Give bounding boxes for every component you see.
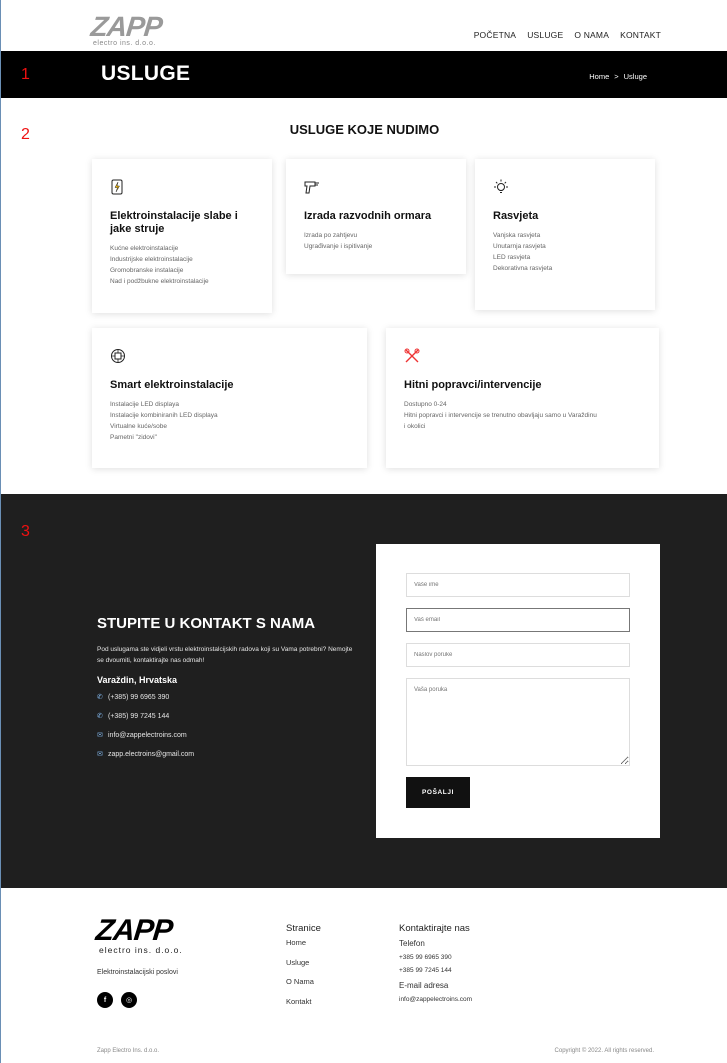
contact-email-2[interactable]: ✉ zapp.electroins@gmail.com: [97, 750, 194, 759]
services-title: USLUGE KOJE NUDIMO: [289, 122, 440, 137]
contact-text: Pod uslugama ste vidjeli vrstu elektroin…: [97, 646, 353, 664]
footer-logo[interactable]: ZAPP electro ins. d.o.o.: [94, 914, 183, 955]
email-address[interactable]: zapp.electroins@gmail.com: [108, 751, 194, 758]
name-input[interactable]: [406, 573, 630, 597]
nav-item-kontakt[interactable]: KONTAKT: [620, 30, 661, 40]
lightbulb-icon: [494, 179, 508, 193]
service-line: Virtualne kuće/sobe: [110, 423, 167, 430]
breadcrumb: Home > Usluge: [589, 72, 647, 81]
service-card-elektroinstalacije: Elektroinstalacije slabe i jake struje K…: [92, 159, 272, 313]
phone-number[interactable]: (+385) 99 7245 144: [108, 713, 169, 720]
footer-email[interactable]: info@zappelectroins.com: [399, 996, 472, 1003]
tools-icon: [404, 348, 420, 363]
nav-item-usluge[interactable]: USLUGE: [527, 30, 563, 40]
footer-pages-title: Stranice: [286, 923, 321, 934]
service-line: Nad i podžbukne elektroinstalacije: [110, 278, 209, 285]
footer-description: Elektroinstalacijski poslovi: [97, 969, 178, 976]
footer-phone-2[interactable]: +385 99 7245 144: [399, 967, 452, 974]
contact-title: STUPITE U KONTAKT S NAMA: [97, 615, 316, 632]
footer-link-home[interactable]: Home: [286, 938, 306, 947]
contact-email-1[interactable]: ✉ info@zappelectroins.com: [97, 731, 187, 740]
service-line: Hitni popravci i intervencije se trenutn…: [404, 412, 597, 419]
smart-chip-icon: [111, 349, 125, 363]
phone-number[interactable]: (+385) 99 6965 390: [108, 694, 169, 701]
service-line: i okolici: [404, 423, 426, 430]
footer-logo-wordmark: ZAPP: [94, 914, 174, 947]
breadcrumb-home[interactable]: Home: [589, 72, 609, 81]
subject-input[interactable]: [406, 643, 630, 667]
drill-icon: [304, 181, 319, 194]
service-card-title: Izrada razvodnih ormara: [304, 210, 432, 222]
nav-item-pocetna[interactable]: POČETNA: [474, 30, 517, 40]
service-line: Instalacije LED displaya: [110, 401, 180, 408]
email-input[interactable]: [406, 608, 630, 632]
main-nav: POČETNA USLUGE O NAMA KONTAKT: [474, 30, 661, 40]
envelope-icon: ✉: [97, 732, 103, 739]
service-card-hitni-popravci: Hitni popravci/intervencije Dostupno 0-2…: [386, 328, 659, 468]
battery-icon: [111, 179, 123, 195]
footer-contact-title: Kontaktirajte nas: [399, 923, 470, 934]
nav-item-o-nama[interactable]: O NAMA: [574, 30, 609, 40]
service-line: Industrijske elektroinstalacije: [110, 256, 193, 263]
send-button[interactable]: POŠALJI: [406, 777, 470, 808]
footer-company-name: Zapp Electro Ins. d.o.o.: [97, 1048, 160, 1054]
section-marker-1: 1: [21, 66, 30, 83]
service-line: Pametni "zidovi": [110, 434, 157, 441]
contact-city: Varaždin, Hrvatska: [97, 675, 178, 685]
section-marker-3: 3: [21, 523, 30, 540]
service-line: Kućne elektroinstalacije: [110, 245, 179, 252]
contact-phone-2[interactable]: ✆ (+385) 99 7245 144: [97, 712, 169, 721]
email-address[interactable]: info@zappelectroins.com: [108, 732, 187, 739]
service-card-rasvjeta: Rasvjeta Vanjska rasvjeta Unutarnja rasv…: [475, 159, 655, 310]
service-card-razvodni-ormari: Izrada razvodnih ormara Izrada po zahtje…: [286, 159, 466, 274]
contact-form: POŠALJI: [376, 544, 660, 838]
service-card-title: Rasvjeta: [493, 210, 539, 222]
footer-link-kontakt[interactable]: Kontakt: [286, 997, 311, 1006]
breadcrumb-separator: >: [614, 72, 619, 81]
logo-wordmark: ZAPP: [89, 11, 164, 42]
page-title: USLUGE: [101, 62, 191, 85]
service-line: Unutarnja rasvjeta: [493, 243, 546, 250]
service-line: Izrada po zahtjevu: [304, 232, 358, 239]
service-line: Dostupno 0-24: [404, 401, 447, 408]
service-line: LED rasvjeta: [493, 254, 531, 261]
contact-phone-1[interactable]: ✆ (+385) 99 6965 390: [97, 693, 169, 702]
footer-phone-label: Telefon: [399, 939, 425, 948]
facebook-icon[interactable]: f: [97, 992, 113, 1008]
message-textarea[interactable]: [406, 678, 630, 766]
service-line: Dekorativna rasvjeta: [493, 265, 553, 272]
breadcrumb-current: Usluge: [623, 72, 647, 81]
phone-icon: ✆: [97, 694, 103, 701]
service-card-title: Hitni popravci/intervencije: [404, 379, 542, 391]
footer-phone-1[interactable]: +385 99 6965 390: [399, 954, 452, 961]
service-card-title: Elektroinstalacije slabe i jake struje: [110, 210, 238, 235]
service-card-smart: Smart elektroinstalacije Instalacije LED…: [92, 328, 367, 468]
phone-icon: ✆: [97, 713, 103, 720]
footer-email-label: E-mail adresa: [399, 981, 449, 990]
envelope-icon: ✉: [97, 751, 103, 758]
service-line: Vanjska rasvjeta: [493, 232, 541, 239]
footer-link-usluge[interactable]: Usluge: [286, 958, 309, 967]
instagram-icon[interactable]: ◎: [121, 992, 137, 1008]
service-line: Instalacije kombiniranih LED displaya: [110, 412, 218, 419]
footer-copyright: Copyright © 2022. All rights reserved.: [554, 1048, 654, 1054]
header-logo[interactable]: ZAPP electro ins. d.o.o.: [89, 11, 171, 48]
service-line: Gromobranske instalacije: [110, 267, 184, 274]
service-card-title: Smart elektroinstalacije: [110, 379, 234, 391]
service-line: Ugrađivanje i ispitivanje: [304, 243, 373, 250]
footer-link-o-nama[interactable]: O Nama: [286, 977, 314, 986]
